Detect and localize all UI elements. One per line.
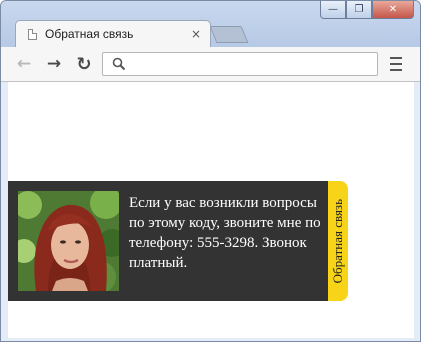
forward-button[interactable]: →	[43, 53, 65, 75]
feedback-message: Если у вас возникли вопросы по этому код…	[129, 195, 321, 271]
window-controls: — ❐ ✕	[320, 1, 414, 21]
back-button[interactable]: ←	[13, 53, 35, 75]
page-content: Если у вас возникли вопросы по этому код…	[8, 82, 414, 338]
new-tab-button[interactable]	[209, 26, 249, 43]
address-bar[interactable]	[102, 52, 378, 76]
page-icon	[28, 28, 37, 40]
tab-title: Обратная связь	[45, 27, 134, 41]
search-icon	[112, 57, 126, 71]
browser-tab[interactable]: Обратная связь ×	[15, 20, 211, 47]
tab-close-icon[interactable]: ×	[191, 27, 201, 41]
portrait-photo	[18, 191, 119, 291]
feedback-tab-label: Обратная связь	[330, 198, 345, 284]
close-window-button[interactable]: ✕	[372, 1, 414, 19]
address-input[interactable]	[131, 55, 371, 73]
feedback-tab-button[interactable]: Обратная связь	[328, 181, 348, 301]
title-bar: — ❐ ✕ Обратная связь ×	[1, 1, 420, 47]
feedback-panel: Если у вас возникли вопросы по этому код…	[8, 181, 328, 301]
browser-toolbar: ← → ↻	[1, 47, 420, 82]
maximize-button[interactable]: ❐	[346, 1, 372, 19]
hamburger-menu-icon[interactable]	[390, 57, 402, 71]
browser-window: — ❐ ✕ Обратная связь × ← → ↻ Если у вас …	[0, 0, 421, 342]
reload-button[interactable]: ↻	[73, 53, 95, 75]
minimize-button[interactable]: —	[320, 1, 346, 19]
